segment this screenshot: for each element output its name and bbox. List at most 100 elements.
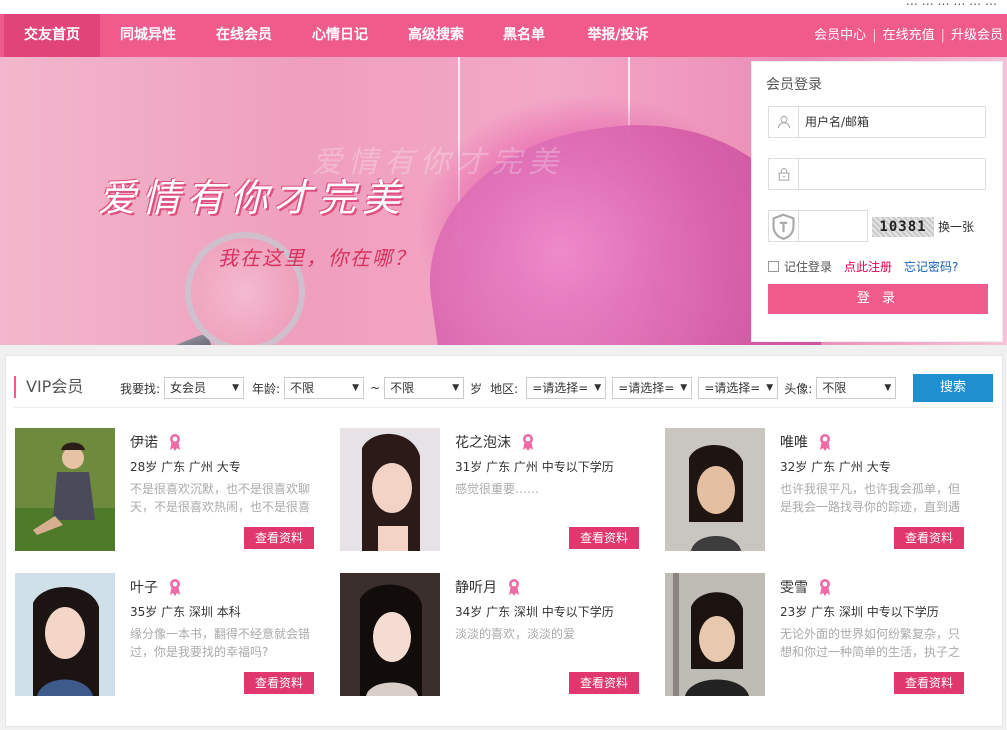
member-name[interactable]: 静听月 <box>455 577 521 597</box>
vip-ribbon-icon <box>509 579 519 596</box>
member-photo[interactable] <box>665 428 765 551</box>
password-input[interactable] <box>805 165 975 183</box>
captcha-image[interactable]: 10381 <box>872 217 934 237</box>
nav-item-local[interactable]: 同城异性 <box>100 14 196 57</box>
member-filter-bar: 我要找: 女会员 年龄: 不限 ~ 不限 岁 地区: =请选择= =请选择= =… <box>120 376 902 400</box>
member-photo[interactable] <box>15 573 115 696</box>
username-input[interactable] <box>805 113 975 131</box>
age-label: 年龄: <box>252 381 281 396</box>
view-profile-button[interactable]: 查看资料 <box>569 672 639 694</box>
member-info: 34岁 广东 深圳 中专以下学历 <box>455 605 614 619</box>
member-card: 花之泡沫 31岁 广东 广州 中专以下学历 感觉很重要…… 查看资料 <box>340 428 640 553</box>
main-nav: 交友首页 同城异性 在线会员 心情日记 高级搜索 黑名单 举报/投诉 会员中心 |… <box>0 14 1007 57</box>
member-card: 叶子 35岁 广东 深圳 本科 缘分像一本书，翻得不经意就会错过，你是我要找的幸… <box>15 573 315 698</box>
avatar-select[interactable]: 不限 <box>816 377 897 399</box>
banner-slogan: 爱情有你才完美 <box>98 176 407 220</box>
recharge-link[interactable]: 在线充值 <box>883 28 935 43</box>
member-card: 伊诺 28岁 广东 广州 大专 不是很喜欢沉默，也不是很喜欢聊天，不是很喜欢热闹… <box>15 428 315 553</box>
age-unit: 岁 <box>470 381 483 396</box>
city-select[interactable]: =请选择= <box>612 377 693 399</box>
vip-ribbon-icon <box>820 434 830 451</box>
remember-checkbox[interactable] <box>768 261 779 272</box>
vip-ribbon-icon <box>820 579 830 596</box>
member-info: 28岁 广东 广州 大专 <box>130 460 241 474</box>
member-name[interactable]: 花之泡沫 <box>455 432 535 452</box>
magnifier-handle <box>30 332 214 345</box>
member-photo[interactable] <box>340 573 440 696</box>
member-name[interactable]: 唯唯 <box>780 432 832 452</box>
view-profile-button[interactable]: 查看资料 <box>894 527 964 549</box>
vip-section-title: VIP会员 <box>14 376 83 398</box>
shield-icon <box>769 211 799 241</box>
captcha-field[interactable] <box>768 210 868 242</box>
member-info: 35岁 广东 深圳 本科 <box>130 605 241 619</box>
region-label: 地区: <box>490 381 519 396</box>
age-from-select[interactable]: 不限 <box>284 377 365 399</box>
age-range-separator: ~ <box>370 381 381 395</box>
nav-item-home[interactable]: 交友首页 <box>4 14 100 57</box>
vip-ribbon-icon <box>523 434 533 451</box>
member-photo[interactable] <box>15 428 115 551</box>
view-profile-button[interactable]: 查看资料 <box>569 527 639 549</box>
top-strip: … … … … … … <box>0 0 1007 14</box>
gender-select[interactable]: 女会员 <box>164 377 245 399</box>
member-info: 32岁 广东 广州 大专 <box>780 460 891 474</box>
member-name-text[interactable]: 唯唯 <box>780 432 808 452</box>
user-icon <box>769 107 799 137</box>
view-profile-button[interactable]: 查看资料 <box>244 527 314 549</box>
login-button[interactable]: 登 录 <box>768 284 988 314</box>
view-profile-button[interactable]: 查看资料 <box>244 672 314 694</box>
member-card: 唯唯 32岁 广东 广州 大专 也许我很平凡，也许我会孤单，但是我会一路找寻你的… <box>665 428 965 553</box>
login-panel: 会员登录 10381 换一张 记住登录 点此注册 忘记密码? 登 录 <box>751 61 1003 342</box>
member-info: 31岁 广东 广州 中专以下学历 <box>455 460 614 474</box>
nav-right-links: 会员中心 | 在线充值 | 升级会员 <box>814 28 1003 43</box>
vip-ribbon-icon <box>170 579 180 596</box>
member-name-text[interactable]: 雯雪 <box>780 577 808 597</box>
member-photo[interactable] <box>340 428 440 551</box>
remember-login[interactable]: 记住登录 <box>768 258 832 275</box>
member-name[interactable]: 雯雪 <box>780 577 832 597</box>
member-description: 缘分像一本书，翻得不经意就会错过，你是我要找的幸福吗? <box>130 627 311 659</box>
member-info: 23岁 广东 深圳 中专以下学历 <box>780 605 939 619</box>
member-description: 也许我很平凡，也许我会孤单，但是我会一路找寻你的踪迹，直到遇 <box>780 482 961 514</box>
top-strip-fragment: … … … … … … <box>905 0 997 8</box>
member-name-text[interactable]: 伊诺 <box>130 432 158 452</box>
member-name[interactable]: 伊诺 <box>130 432 182 452</box>
lock-icon <box>769 159 799 189</box>
view-profile-button[interactable]: 查看资料 <box>894 672 964 694</box>
password-field[interactable] <box>768 158 986 190</box>
member-name-text[interactable]: 花之泡沫 <box>455 432 511 452</box>
member-center-link[interactable]: 会员中心 <box>814 28 866 43</box>
member-name[interactable]: 叶子 <box>130 577 182 597</box>
district-select[interactable]: =请选择= <box>698 377 779 399</box>
member-name-text[interactable]: 静听月 <box>455 577 497 597</box>
member-description: 无论外面的世界如何纷繁复杂，只想和你过一种简单的生活，执子之 <box>780 627 961 659</box>
username-field[interactable] <box>768 106 986 138</box>
age-to-select[interactable]: 不限 <box>384 377 465 399</box>
nav-item-diary[interactable]: 心情日记 <box>292 14 388 57</box>
member-photo[interactable] <box>665 573 765 696</box>
avatar-label: 头像: <box>784 381 813 396</box>
nav-item-report[interactable]: 举报/投诉 <box>570 14 666 57</box>
remember-label: 记住登录 <box>784 260 833 274</box>
vip-ribbon-icon <box>170 434 180 451</box>
divider <box>14 407 994 408</box>
nav-item-blacklist[interactable]: 黑名单 <box>484 14 564 57</box>
member-description: 不是很喜欢沉默，也不是很喜欢聊天，不是很喜欢热闹，也不是很喜 <box>130 482 311 514</box>
forgot-password-link[interactable]: 忘记密码? <box>904 258 958 275</box>
nav-item-online[interactable]: 在线会员 <box>196 14 292 57</box>
register-link[interactable]: 点此注册 <box>844 258 892 275</box>
banner-subslogan: 我在这里，你在哪？ <box>218 246 416 270</box>
refresh-captcha-link[interactable]: 换一张 <box>938 218 974 235</box>
vip-members-section: VIP会员 我要找: 女会员 年龄: 不限 ~ 不限 岁 地区: =请选择= =… <box>5 355 1003 727</box>
member-description: 感觉很重要…… <box>455 482 540 496</box>
upgrade-link[interactable]: 升级会员 <box>951 28 1003 43</box>
member-card: 雯雪 23岁 广东 深圳 中专以下学历 无论外面的世界如何纷繁复杂，只想和你过一… <box>665 573 965 698</box>
member-name-text[interactable]: 叶子 <box>130 577 158 597</box>
member-card: 静听月 34岁 广东 深圳 中专以下学历 淡淡的喜欢，淡淡的爱 查看资料 <box>340 573 640 698</box>
province-select[interactable]: =请选择= <box>526 377 607 399</box>
login-title: 会员登录 <box>766 77 822 93</box>
member-description: 淡淡的喜欢，淡淡的爱 <box>455 627 576 641</box>
nav-item-advanced-search[interactable]: 高级搜索 <box>388 14 484 57</box>
search-button[interactable]: 搜索 <box>913 374 993 402</box>
